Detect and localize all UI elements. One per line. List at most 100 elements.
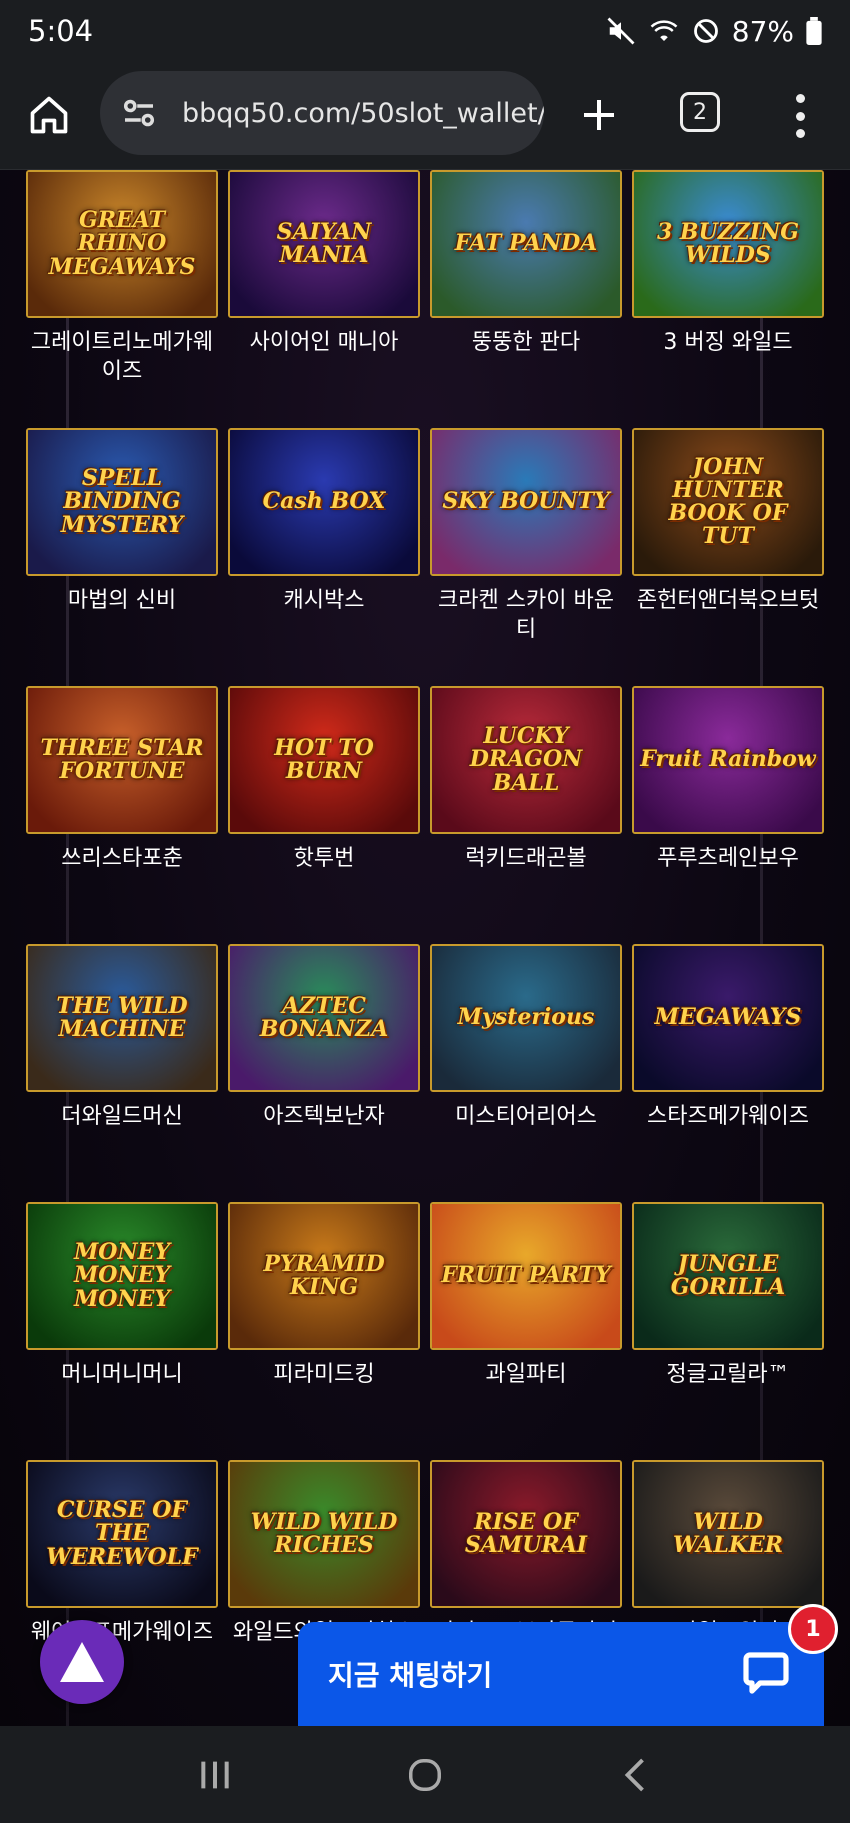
- chat-now-button[interactable]: 지금 채팅하기: [298, 1622, 824, 1726]
- game-title[interactable]: 럭키드래곤볼: [430, 844, 622, 873]
- game-card[interactable]: LUCKY DRAGON BALL 럭키드래곤볼: [430, 686, 622, 873]
- wifi-icon: [648, 16, 680, 46]
- game-logo: CURSE OF THE WEREWOLF: [46, 1497, 198, 1570]
- game-card[interactable]: Fruit Rainbow 푸루츠레인보우: [632, 686, 824, 873]
- home-nav-button[interactable]: [385, 1745, 465, 1805]
- game-card[interactable]: Mysterious 미스티어리어스: [430, 944, 622, 1131]
- game-card[interactable]: AZTEC BONANZA 아즈텍보난자: [228, 944, 420, 1131]
- game-title[interactable]: 뚱뚱한 판다: [430, 328, 622, 357]
- game-thumbnail[interactable]: JOHN HUNTER BOOK OF TUT: [632, 428, 824, 576]
- game-card[interactable]: SPELL BINDING MYSTERY 마법의 신비: [26, 428, 218, 615]
- status-time: 5:04: [28, 14, 94, 48]
- back-button[interactable]: [595, 1745, 675, 1805]
- game-thumbnail[interactable]: WILD WILD RICHES: [228, 1460, 420, 1608]
- game-logo: Fruit Rainbow: [640, 746, 816, 773]
- game-thumbnail[interactable]: AZTEC BONANZA: [228, 944, 420, 1092]
- tab-switcher-button[interactable]: 2: [680, 92, 720, 132]
- chat-label: 지금 채팅하기: [328, 1659, 493, 1692]
- game-thumbnail[interactable]: SAIYAN MANIA: [228, 170, 420, 318]
- browser-menu-button[interactable]: [784, 90, 816, 142]
- game-thumbnail[interactable]: Cash BOX: [228, 428, 420, 576]
- game-title[interactable]: 마법의 신비: [26, 586, 218, 615]
- game-card[interactable]: SAIYAN MANIA 사이어인 매니아: [228, 170, 420, 357]
- game-logo: WILD WILD RICHES: [250, 1508, 398, 1558]
- system-nav-bar: [0, 1726, 850, 1823]
- game-title[interactable]: 캐시박스: [228, 586, 420, 615]
- new-tab-button[interactable]: [572, 88, 626, 142]
- game-thumbnail[interactable]: SPELL BINDING MYSTERY: [26, 428, 218, 576]
- game-logo: SAIYAN MANIA: [276, 218, 372, 268]
- plus-icon: [584, 100, 614, 130]
- game-thumbnail[interactable]: FAT PANDA: [430, 170, 622, 318]
- home-button[interactable]: [22, 88, 76, 142]
- game-thumbnail[interactable]: WILD WALKER: [632, 1460, 824, 1608]
- game-card[interactable]: HOT TO BURN 핫투번: [228, 686, 420, 873]
- do-not-disturb-icon: [692, 17, 720, 45]
- game-card[interactable]: MEGAWAYS 스타즈메가웨이즈: [632, 944, 824, 1131]
- game-card[interactable]: RISE OF SAMURAI라이즈오브사무라이: [430, 1460, 622, 1647]
- game-thumbnail[interactable]: JUNGLE GORILLA: [632, 1202, 824, 1350]
- game-card[interactable]: 3 BUZZING WILDS 3 버징 와일드: [632, 170, 824, 357]
- game-card[interactable]: FAT PANDA 뚱뚱한 판다: [430, 170, 622, 357]
- recents-icon: [201, 1761, 229, 1788]
- game-thumbnail[interactable]: HOT TO BURN: [228, 686, 420, 834]
- game-logo: MONEY MONEY MONEY: [73, 1239, 171, 1312]
- home-circle-icon: [409, 1758, 441, 1791]
- game-card[interactable]: CURSE OF THE WEREWOLF 웨어울프메가웨이즈: [26, 1460, 218, 1647]
- game-logo: JOHN HUNTER BOOK OF TUT: [668, 453, 788, 550]
- game-logo: PYRAMID KING: [263, 1250, 385, 1300]
- game-thumbnail[interactable]: MONEY MONEY MONEY: [26, 1202, 218, 1350]
- game-thumbnail[interactable]: SKY BOUNTY: [430, 428, 622, 576]
- game-card[interactable]: FRUIT PARTY 과일파티: [430, 1202, 622, 1389]
- game-title[interactable]: 존헌터앤더북오브텃: [632, 586, 824, 615]
- game-thumbnail[interactable]: MEGAWAYS: [632, 944, 824, 1092]
- chat-notification-badge: 1: [788, 1604, 838, 1654]
- game-title[interactable]: 정글고릴라™: [632, 1360, 824, 1389]
- address-bar[interactable]: bbqq50.com/50slot_wallet/m/i: [100, 71, 544, 155]
- game-thumbnail[interactable]: CURSE OF THE WEREWOLF: [26, 1460, 218, 1608]
- game-title[interactable]: 아즈텍보난자: [228, 1102, 420, 1131]
- game-thumbnail[interactable]: 3 BUZZING WILDS: [632, 170, 824, 318]
- address-url[interactable]: bbqq50.com/50slot_wallet/m/i: [182, 98, 544, 129]
- game-thumbnail[interactable]: Fruit Rainbow: [632, 686, 824, 834]
- game-card[interactable]: MONEY MONEY MONEY 머니머니머니: [26, 1202, 218, 1389]
- game-thumbnail[interactable]: FRUIT PARTY: [430, 1202, 622, 1350]
- game-card[interactable]: WILD WILD RICHES와일드와일드리치스: [228, 1460, 420, 1647]
- game-thumbnail[interactable]: GREAT RHINO MEGAWAYS: [26, 170, 218, 318]
- game-title[interactable]: 푸루츠레인보우: [632, 844, 824, 873]
- game-title[interactable]: 피라미드킹: [228, 1360, 420, 1389]
- game-title[interactable]: 핫투번: [228, 844, 420, 873]
- game-title[interactable]: 스타즈메가웨이즈: [632, 1102, 824, 1131]
- game-logo: SPELL BINDING MYSTERY: [60, 465, 184, 538]
- game-thumbnail[interactable]: RISE OF SAMURAI: [430, 1460, 622, 1608]
- site-settings-icon[interactable]: [118, 92, 160, 134]
- game-thumbnail[interactable]: THE WILD MACHINE: [26, 944, 218, 1092]
- scroll-top-button[interactable]: [40, 1620, 124, 1704]
- game-card[interactable]: THREE STAR FORTUNE 쓰리스타포춘: [26, 686, 218, 873]
- game-thumbnail[interactable]: PYRAMID KING: [228, 1202, 420, 1350]
- game-thumbnail[interactable]: LUCKY DRAGON BALL: [430, 686, 622, 834]
- game-title[interactable]: 머니머니머니: [26, 1360, 218, 1389]
- game-card[interactable]: JUNGLE GORILLA 정글고릴라™: [632, 1202, 824, 1389]
- game-card[interactable]: PYRAMID KING 피라미드킹: [228, 1202, 420, 1389]
- game-title[interactable]: 그레이트리노메가웨이즈: [26, 328, 218, 386]
- game-title[interactable]: 크라켄 스카이 바운티: [430, 586, 622, 644]
- game-title[interactable]: 사이어인 매니아: [228, 328, 420, 357]
- game-card[interactable]: GREAT RHINO MEGAWAYS 그레이트리노메가웨이즈: [26, 170, 218, 386]
- game-logo: MEGAWAYS: [654, 1004, 802, 1031]
- game-card[interactable]: THE WILD MACHINE 더와일드머신: [26, 944, 218, 1131]
- game-title[interactable]: 쓰리스타포춘: [26, 844, 218, 873]
- browser-toolbar: bbqq50.com/50slot_wallet/m/i 2: [0, 62, 850, 170]
- game-card[interactable]: Cash BOX 캐시박스: [228, 428, 420, 615]
- game-title[interactable]: 3 버징 와일드: [632, 328, 824, 357]
- game-thumbnail[interactable]: Mysterious: [430, 944, 622, 1092]
- game-card[interactable]: JOHN HUNTER BOOK OF TUT 존헌터앤더북오브텃: [632, 428, 824, 615]
- recent-apps-button[interactable]: [175, 1745, 255, 1805]
- game-title[interactable]: 과일파티: [430, 1360, 622, 1389]
- game-card[interactable]: SKY BOUNTY 크라켄 스카이 바운티: [430, 428, 622, 644]
- triangle-up-icon: [60, 1642, 104, 1682]
- game-thumbnail[interactable]: THREE STAR FORTUNE: [26, 686, 218, 834]
- game-logo: FAT PANDA: [454, 230, 598, 257]
- game-title[interactable]: 미스티어리어스: [430, 1102, 622, 1131]
- game-title[interactable]: 더와일드머신: [26, 1102, 218, 1131]
